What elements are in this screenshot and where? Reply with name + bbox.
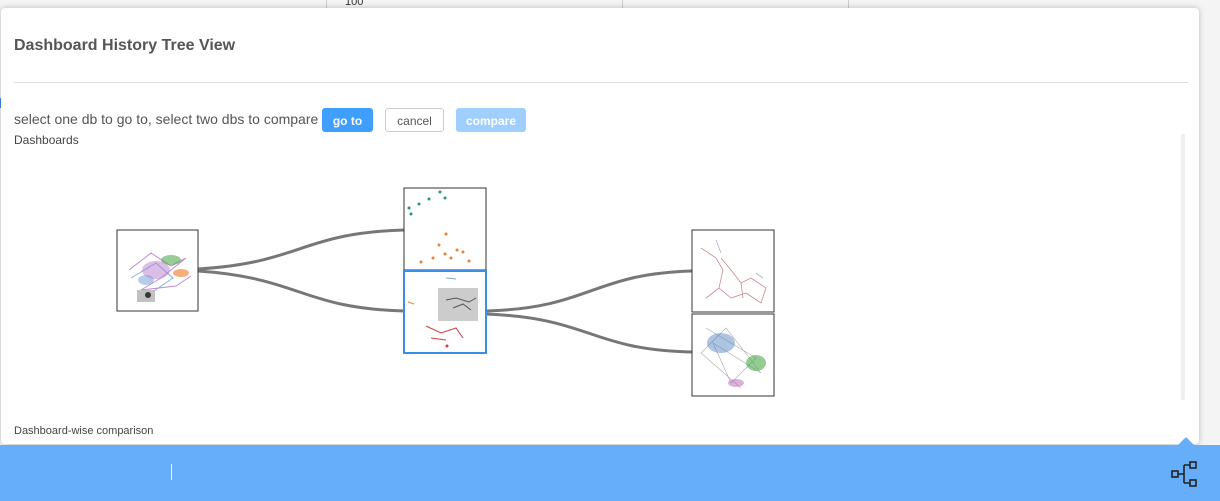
toolbar-divider [171,464,172,480]
tree-edge [485,269,693,313]
background-column-divider [622,0,623,8]
dashboard-node-child-a[interactable] [403,187,487,271]
dashboard-node-child-b[interactable] [403,270,487,354]
history-tree [116,187,775,397]
comparison-section-label: Dashboard-wise comparison [14,425,154,437]
history-tree-modal: Dashboard History Tree View select one d… [1,8,1199,444]
dashboard-node-root[interactable] [116,229,199,312]
tree-edge [485,312,693,354]
background-cell-value: 100 [345,0,364,8]
tree-edge [197,228,405,271]
bottom-toolbar [0,445,1220,501]
background-column-divider [326,0,327,8]
tree-edge [197,269,405,313]
dashboard-node-grandchild-b[interactable] [691,313,775,397]
dashboard-node-grandchild-a[interactable] [691,229,775,313]
background-column-divider [848,0,849,8]
tree-structure-icon[interactable] [1170,459,1200,489]
popover-caret [1178,437,1194,445]
